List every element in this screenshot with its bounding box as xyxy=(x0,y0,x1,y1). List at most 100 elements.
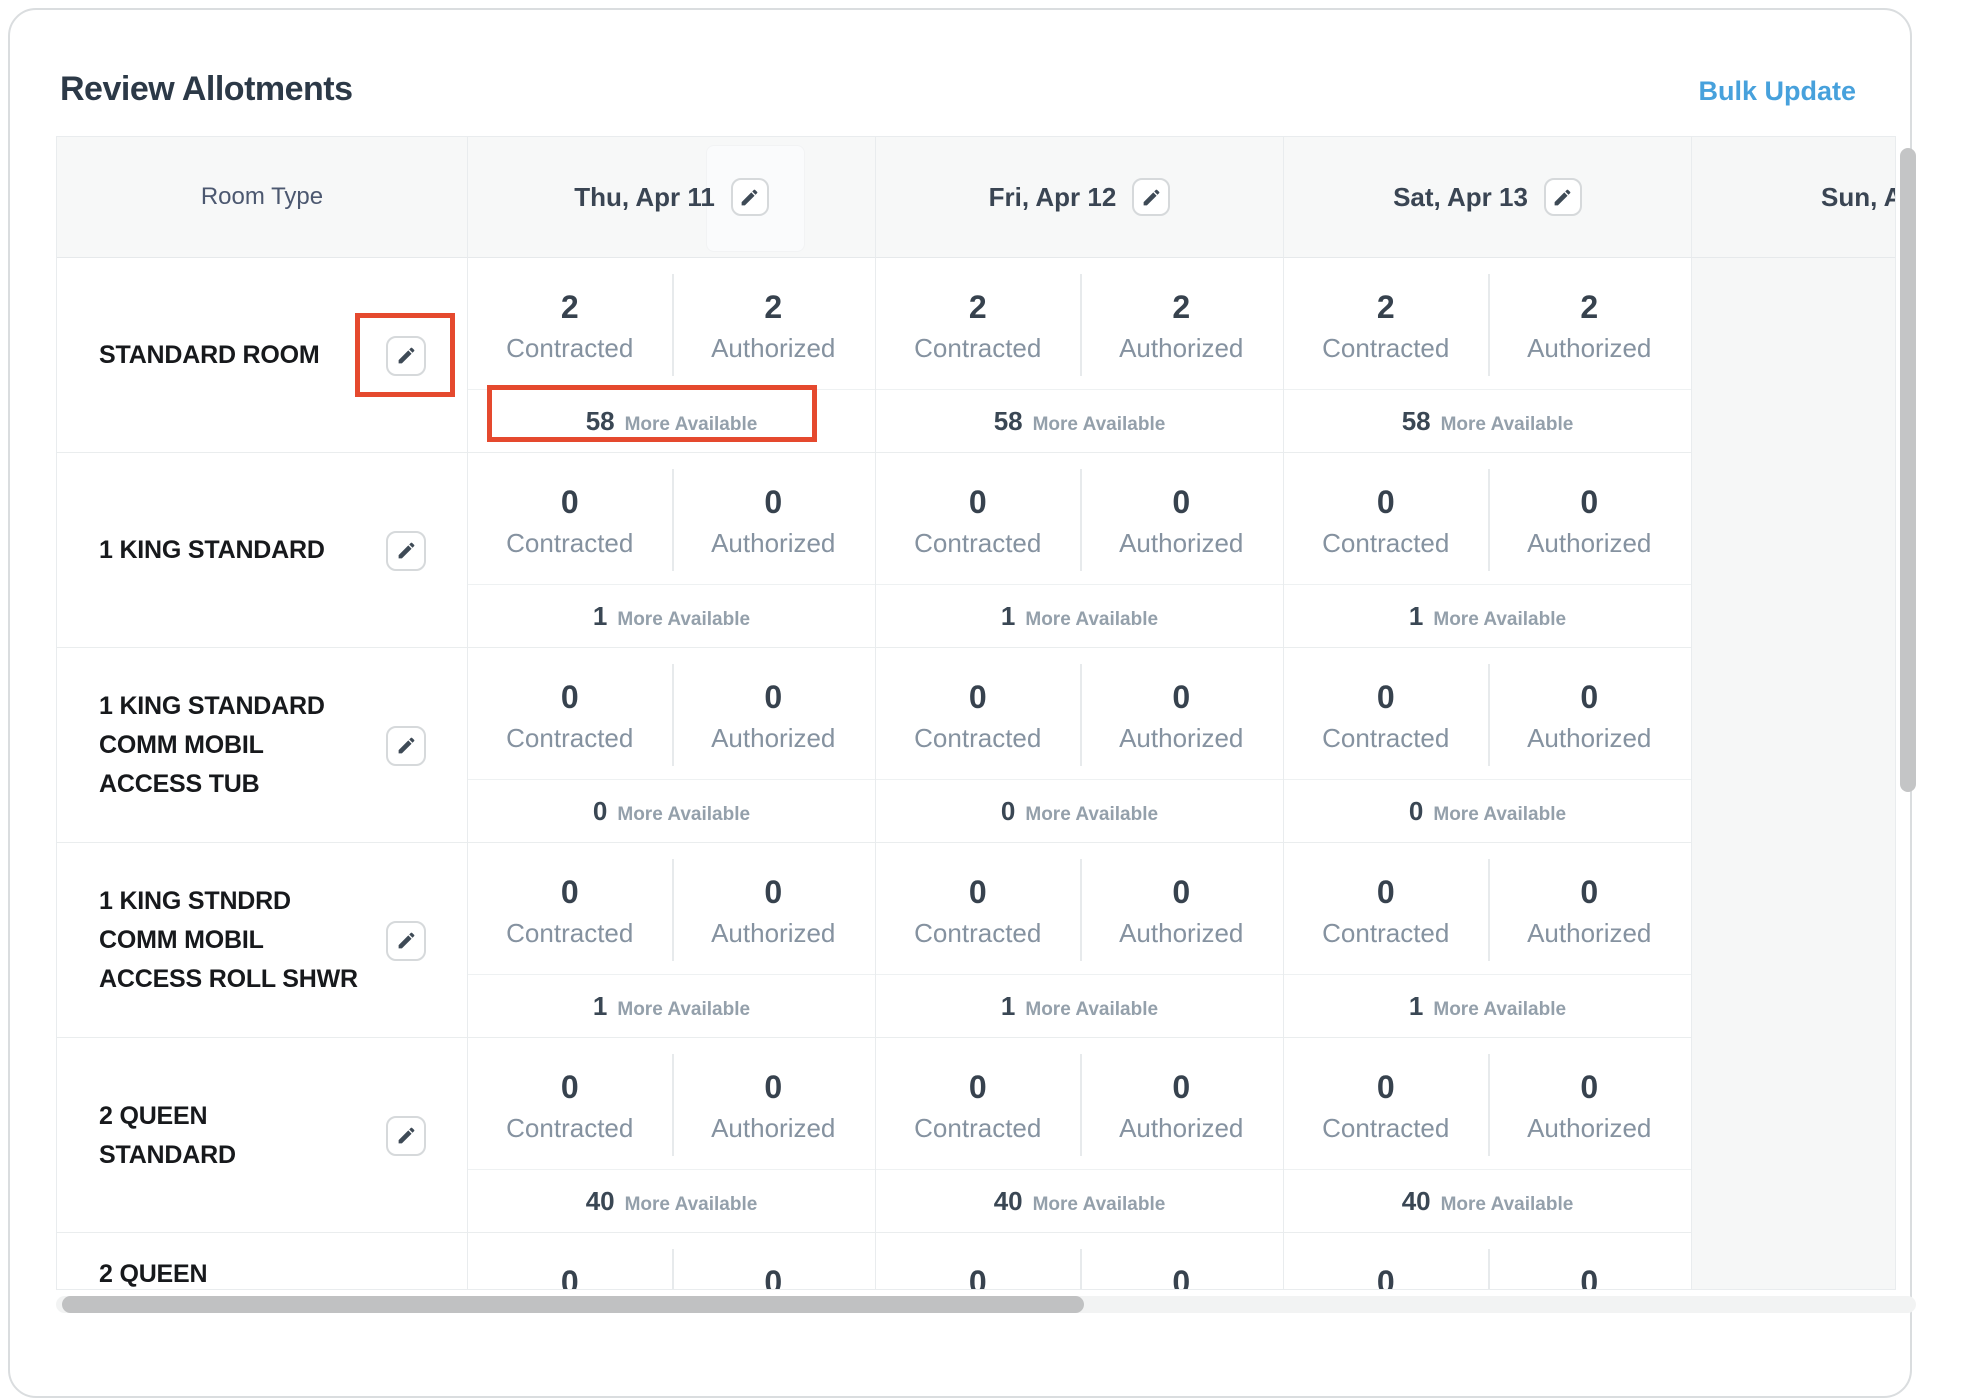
edit-room-type-button[interactable] xyxy=(386,336,426,376)
contracted-value: 0 xyxy=(1377,1069,1395,1105)
authorized-block: 0Authorized xyxy=(1080,1038,1284,1169)
edit-room-type-button[interactable] xyxy=(386,726,426,766)
contracted-value: 2 xyxy=(969,289,987,325)
contracted-label: Contracted xyxy=(1322,1113,1449,1144)
authorized-label: Authorized xyxy=(711,333,835,364)
allotment-values: 0Contracted0Authorized xyxy=(876,648,1283,779)
page-title: Review Allotments xyxy=(60,70,353,109)
room-type-cell: 1 KING STANDARD xyxy=(57,453,468,648)
more-available-value: 40 xyxy=(1402,1186,1431,1217)
allotment-cell: 0Contracted0Authorized1More Available xyxy=(1284,843,1692,1038)
authorized-value: 0 xyxy=(1580,1069,1598,1105)
table-row: 1 KING STANDARD0Contracted0Authorized1Mo… xyxy=(57,453,1895,648)
contracted-value: 0 xyxy=(969,1069,987,1105)
contracted-label: Contracted xyxy=(914,1113,1041,1144)
date-column-label: Sat, Apr 13 xyxy=(1393,182,1528,213)
more-available-value: 0 xyxy=(1001,796,1015,827)
allotment-values: 0Contracted0Authorized xyxy=(468,1233,875,1290)
divider xyxy=(1488,274,1490,376)
more-available-label: More Available xyxy=(625,1194,758,1216)
contracted-block: 0Contracted xyxy=(1284,648,1488,779)
more-available-label: More Available xyxy=(1025,609,1158,631)
authorized-block: 0Authorized xyxy=(672,648,876,779)
authorized-block: 2Authorized xyxy=(1080,258,1284,389)
divider xyxy=(1488,1054,1490,1156)
authorized-block: 0Authorized xyxy=(1488,1038,1692,1169)
more-available-row: 58More Available xyxy=(468,389,875,453)
room-type-label: 2 QUEEN xyxy=(99,1255,467,1290)
horizontal-scrollbar-thumb[interactable] xyxy=(62,1296,1084,1313)
more-available-value: 1 xyxy=(593,601,607,632)
divider xyxy=(672,859,674,961)
date-column-label: Fri, Apr 12 xyxy=(989,182,1117,213)
divider xyxy=(1080,1054,1082,1156)
edit-room-type-button[interactable] xyxy=(386,1116,426,1156)
contracted-value: 0 xyxy=(1377,484,1395,520)
edit-date-button[interactable] xyxy=(731,178,769,216)
pencil-icon xyxy=(739,187,760,208)
more-available-row: 1More Available xyxy=(468,584,875,648)
contracted-label: Contracted xyxy=(1322,918,1449,949)
contracted-block: 0Contracted xyxy=(876,1233,1080,1290)
room-type-label: ACCESS TUB xyxy=(99,765,467,804)
authorized-value: 0 xyxy=(764,874,782,910)
contracted-label: Contracted xyxy=(506,918,633,949)
more-available-value: 0 xyxy=(1409,796,1423,827)
allotment-values: 0Contracted0Authorized xyxy=(1284,453,1691,584)
contracted-label: Contracted xyxy=(1322,333,1449,364)
contracted-block: 2Contracted xyxy=(876,258,1080,389)
authorized-value: 2 xyxy=(1580,289,1598,325)
edit-date-button[interactable] xyxy=(1132,178,1170,216)
truncated-column-cell xyxy=(1692,1233,1895,1290)
divider xyxy=(672,664,674,766)
bulk-update-link[interactable]: Bulk Update xyxy=(1698,76,1856,107)
contracted-block: 0Contracted xyxy=(468,1233,672,1290)
room-type-cell: 2 QUEEN xyxy=(57,1233,468,1290)
edit-date-button[interactable] xyxy=(1544,178,1582,216)
contracted-value: 0 xyxy=(561,484,579,520)
contracted-label: Contracted xyxy=(914,918,1041,949)
more-available-row: 1More Available xyxy=(1284,974,1691,1038)
room-type-cell: 2 QUEENSTANDARD xyxy=(57,1038,468,1233)
authorized-label: Authorized xyxy=(1527,528,1651,559)
authorized-block: 2 Authorized xyxy=(1488,258,1692,389)
authorized-label: Authorized xyxy=(711,918,835,949)
table-row: STANDARD ROOM2Contracted2Authorized58Mor… xyxy=(57,258,1895,453)
contracted-value: 0 xyxy=(969,484,987,520)
authorized-value: 0 xyxy=(764,679,782,715)
allotment-cell: 0Contracted0AuthorizedMore Available xyxy=(468,1233,876,1290)
pencil-icon xyxy=(396,930,417,951)
date-column-header: Sun, A xyxy=(1692,137,1895,258)
allotments-table: Room TypeThu, Apr 11Fri, Apr 12Sat, Apr … xyxy=(56,136,1896,1290)
authorized-value: 0 xyxy=(764,1069,782,1105)
contracted-block: 2Contracted xyxy=(1284,258,1488,389)
more-available-value: 40 xyxy=(994,1186,1023,1217)
contracted-value: 0 xyxy=(561,679,579,715)
edit-room-type-button[interactable] xyxy=(386,531,426,571)
allotment-cell: 0Contracted0AuthorizedMore Available xyxy=(1284,1233,1692,1290)
divider xyxy=(1080,1249,1082,1290)
more-available-label: More Available xyxy=(1441,414,1574,436)
authorized-block: 0Authorized xyxy=(1080,648,1284,779)
more-available-value: 0 xyxy=(593,796,607,827)
horizontal-scrollbar-track[interactable] xyxy=(56,1296,1916,1313)
table-row: 2 QUEEN 0Contracted0AuthorizedMore Availa… xyxy=(57,1233,1895,1290)
contracted-value: 0 xyxy=(561,1069,579,1105)
vertical-scrollbar-thumb[interactable] xyxy=(1900,148,1916,792)
authorized-value: 0 xyxy=(1580,484,1598,520)
authorized-block: 0Authorized xyxy=(672,1038,876,1169)
contracted-block: 0Contracted xyxy=(1284,453,1488,584)
allotment-values: 0Contracted0Authorized xyxy=(876,453,1283,584)
authorized-value: 0 xyxy=(764,1264,782,1290)
authorized-label: Authorized xyxy=(1119,528,1243,559)
divider xyxy=(1080,274,1082,376)
more-available-value: 1 xyxy=(1409,601,1423,632)
more-available-label: More Available xyxy=(625,414,758,436)
more-available-value: 58 xyxy=(1402,406,1431,437)
edit-room-type-button[interactable] xyxy=(386,921,426,961)
allotment-cell: 2Contracted 2 Authorized 58 More Available xyxy=(1284,258,1692,453)
authorized-label: Authorized xyxy=(1527,333,1651,364)
authorized-block: 0Authorized xyxy=(1488,1233,1692,1290)
more-available-row: 0More Available xyxy=(468,779,875,843)
more-available-label: More Available xyxy=(1433,999,1566,1021)
